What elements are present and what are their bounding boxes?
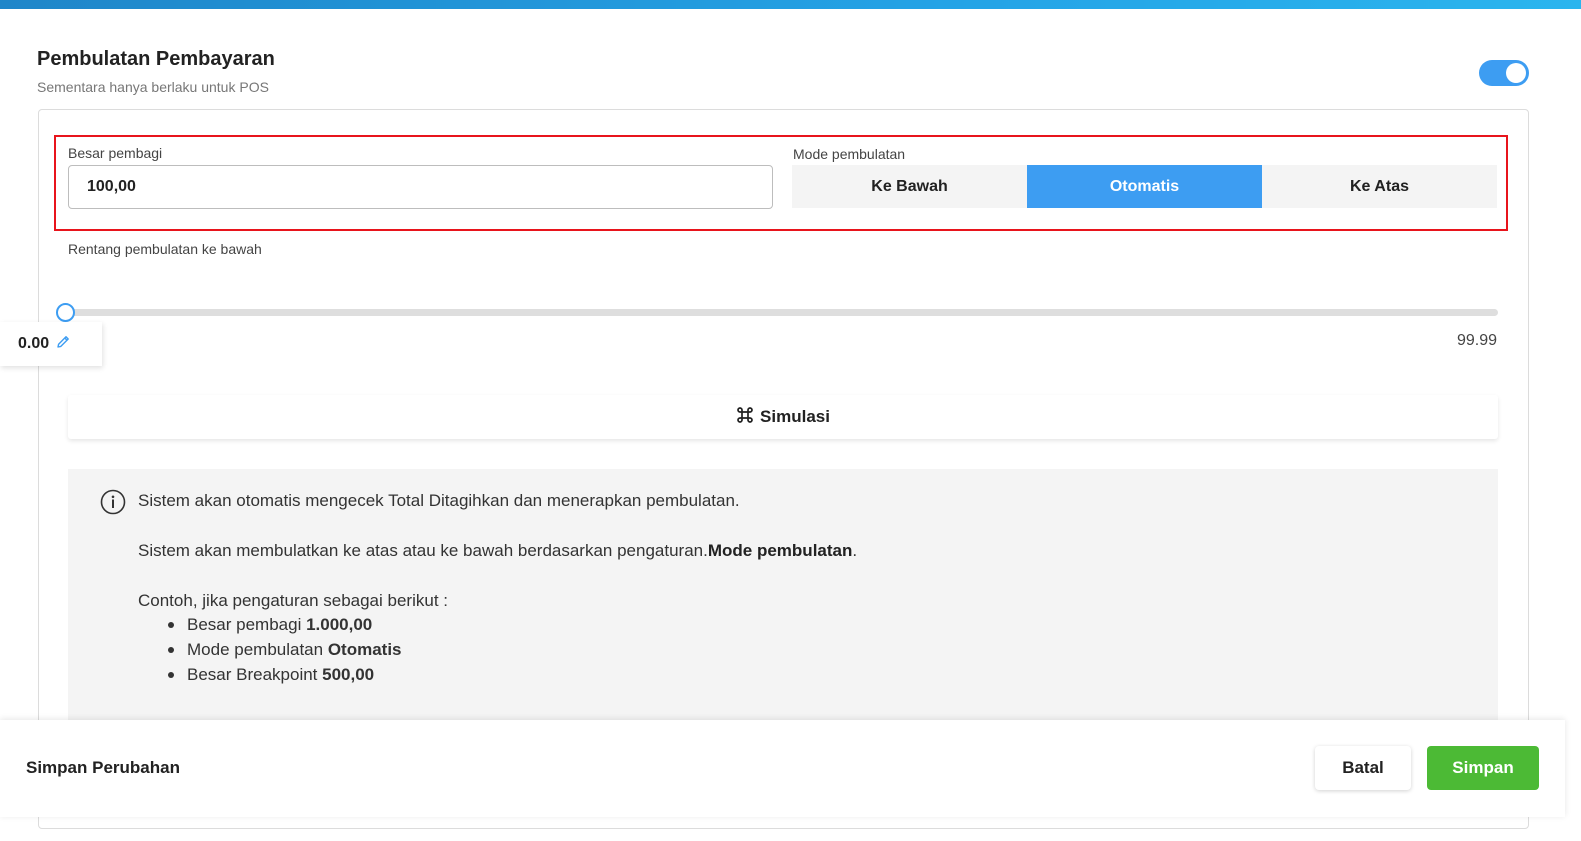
save-button[interactable]: Simpan — [1427, 746, 1539, 790]
list-item: Besar pembagi 1.000,00 — [168, 612, 402, 637]
cancel-button[interactable]: Batal — [1315, 746, 1411, 790]
footer-title: Simpan Perubahan — [26, 758, 180, 777]
top-bar — [0, 0, 1581, 9]
section-subtitle: Sementara hanya berlaku untuk POS — [37, 79, 269, 95]
list-item: Mode pembulatan Otomatis — [168, 637, 402, 662]
divisor-label: Besar pembagi — [68, 145, 163, 161]
info-line-1: Sistem akan otomatis mengecek Total Dita… — [138, 491, 740, 510]
mode-option-ke-bawah[interactable]: Ke Bawah — [792, 165, 1027, 208]
pencil-icon[interactable] — [55, 334, 71, 355]
simulation-button[interactable]: Simulasi — [68, 395, 1498, 439]
section-title: Pembulatan Pembayaran — [37, 48, 275, 70]
range-label: Rentang pembulatan ke bawah — [68, 241, 262, 257]
info-icon — [100, 489, 126, 520]
toggle-knob — [1506, 63, 1526, 83]
range-slider-track[interactable] — [68, 309, 1498, 316]
info-example-intro: Contoh, jika pengaturan sebagai berikut … — [138, 591, 448, 610]
range-value-box[interactable]: 0.00 — [0, 322, 102, 366]
list-item: Besar Breakpoint 500,00 — [168, 662, 402, 687]
footer-bar: Simpan Perubahan Batal Simpan — [0, 720, 1565, 817]
example-list: Besar pembagi 1.000,00 Mode pembulatan O… — [168, 612, 402, 687]
command-icon — [736, 406, 754, 429]
mode-label: Mode pembulatan — [793, 146, 906, 162]
range-current-value: 0.00 — [18, 335, 50, 352]
rounding-toggle[interactable] — [1479, 60, 1529, 86]
info-line-2: Sistem akan membulatkan ke atas atau ke … — [138, 541, 858, 560]
mode-option-otomatis[interactable]: Otomatis — [1027, 165, 1262, 208]
mode-option-ke-atas[interactable]: Ke Atas — [1262, 165, 1497, 208]
simulation-label: Simulasi — [760, 407, 830, 426]
range-max-value: 99.99 — [1456, 332, 1497, 349]
divisor-input[interactable]: 100,00 — [68, 165, 773, 209]
range-slider-thumb[interactable] — [56, 303, 75, 322]
